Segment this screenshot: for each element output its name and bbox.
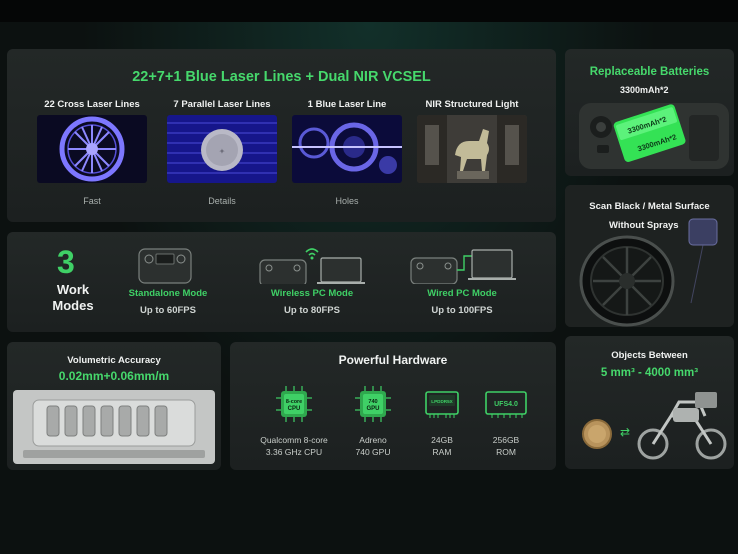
laser-col-cross: 22 Cross Laser Lines Fast bbox=[32, 99, 152, 206]
laser-col-label: 22 Cross Laser Lines bbox=[44, 99, 140, 110]
top-band bbox=[0, 0, 738, 22]
cpu-chip-icon: 8-core CPU bbox=[276, 386, 312, 422]
mode-name: Standalone Mode bbox=[128, 288, 208, 299]
batteries-title: Replaceable Batteries bbox=[589, 66, 710, 78]
work-modes-count: 3 bbox=[57, 244, 75, 280]
wired-pc-icon bbox=[410, 249, 516, 284]
svg-text:GPU: GPU bbox=[366, 406, 379, 412]
hw-line1: Qualcomm 8-core bbox=[260, 435, 328, 445]
svg-text:UFS4.0: UFS4.0 bbox=[494, 401, 518, 408]
grille-scan-image bbox=[13, 390, 215, 464]
hw-line1: 256GB bbox=[492, 435, 520, 445]
cross-laser-image bbox=[37, 115, 147, 183]
coin-and-motorcycle-image: ⇄ bbox=[582, 392, 727, 460]
laser-col-blue: 1 Blue Laser Line Holes bbox=[287, 99, 407, 206]
mode-name: Wired PC Mode bbox=[427, 288, 497, 299]
scan-subtitle: Without Sprays bbox=[609, 220, 679, 231]
hw-rom: UFS4.0 256GB ROM bbox=[466, 386, 546, 457]
nir-horse-image bbox=[417, 115, 527, 183]
parallel-laser-image: ✦ bbox=[167, 115, 277, 183]
laser-col-caption: Details bbox=[208, 196, 236, 206]
standalone-device-icon bbox=[138, 248, 192, 284]
ram-chip-icon: LPDDR5X bbox=[425, 391, 459, 418]
mode-fps: Up to 100FPS bbox=[431, 305, 493, 316]
hw-line2: 740 GPU bbox=[355, 447, 391, 457]
hardware-card: Powerful Hardware 8-core CPU Qualcomm 8-… bbox=[230, 342, 556, 470]
hw-line1: Adreno bbox=[359, 435, 387, 445]
hw-cpu: 8-core CPU Qualcomm 8-core 3.36 GHz CPU bbox=[254, 386, 334, 457]
svg-text:740: 740 bbox=[368, 399, 377, 405]
objects-title: Objects Between bbox=[611, 350, 688, 361]
mode-fps: Up to 60FPS bbox=[140, 305, 196, 316]
hw-line2: 3.36 GHz CPU bbox=[265, 447, 323, 457]
mode-fps: Up to 80FPS bbox=[284, 305, 340, 316]
wireless-pc-icon bbox=[259, 248, 365, 284]
objects-card: Objects Between 5 mm³ - 4000 mm³ ⇄ bbox=[565, 336, 734, 469]
batteries-subtitle: 3300mAh*2 bbox=[620, 85, 669, 95]
mode-wireless: Wireless PC Mode Up to 80FPS bbox=[242, 288, 382, 316]
volumetric-title: Volumetric Accuracy bbox=[67, 355, 161, 366]
gpu-chip-icon: 740 GPU bbox=[355, 386, 391, 422]
laser-col-label: NIR Structured Light bbox=[425, 99, 519, 110]
laser-title: 22+7+1 Blue Laser Lines + Dual NIR VCSEL bbox=[132, 69, 431, 85]
svg-text:LPDDR5X: LPDDR5X bbox=[431, 399, 453, 404]
battery-device-image: 3300mAh*2 3300mAh*2 bbox=[579, 103, 729, 169]
laser-col-nir: NIR Structured Light bbox=[412, 99, 532, 183]
laser-col-label: 1 Blue Laser Line bbox=[307, 99, 387, 110]
laser-card: 22+7+1 Blue Laser Lines + Dual NIR VCSEL… bbox=[7, 49, 556, 222]
objects-range: 5 mm³ - 4000 mm³ bbox=[600, 367, 699, 379]
laser-col-caption: Holes bbox=[335, 196, 359, 206]
work-modes-card: 3 Work Modes Standalone Mode Up to 60FPS… bbox=[7, 232, 556, 332]
scan-surface-card: Scan Black / Metal Surface Without Spray… bbox=[565, 185, 734, 327]
svg-text:⇄: ⇄ bbox=[620, 425, 630, 439]
work-modes-label: Work Modes bbox=[52, 282, 94, 313]
laser-col-label: 7 Parallel Laser Lines bbox=[173, 99, 271, 110]
svg-text:✦: ✦ bbox=[219, 147, 226, 156]
mode-name: Wireless PC Mode bbox=[270, 288, 354, 299]
volumetric-card: Volumetric Accuracy 0.02mm+0.06mm/m bbox=[7, 342, 221, 470]
hardware-title: Powerful Hardware bbox=[338, 353, 448, 367]
hw-line2: ROM bbox=[496, 447, 516, 457]
batteries-card: Replaceable Batteries 3300mAh*2 3300mAh*… bbox=[565, 49, 734, 176]
volumetric-value: 0.02mm+0.06mm/m bbox=[58, 369, 170, 383]
svg-text:CPU: CPU bbox=[288, 406, 301, 412]
laser-col-caption: Fast bbox=[83, 196, 101, 206]
mode-standalone: Standalone Mode Up to 60FPS bbox=[98, 288, 238, 316]
rom-chip-icon: UFS4.0 bbox=[485, 391, 527, 418]
svg-text:8-core: 8-core bbox=[286, 399, 302, 405]
laser-col-parallel: 7 Parallel Laser Lines ✦ Details bbox=[162, 99, 282, 206]
blue-laser-image bbox=[292, 115, 402, 183]
scan-title: Scan Black / Metal Surface bbox=[589, 201, 710, 212]
mode-wired: Wired PC Mode Up to 100FPS bbox=[392, 288, 532, 316]
hw-gpu: 740 GPU Adreno 740 GPU bbox=[333, 386, 413, 457]
